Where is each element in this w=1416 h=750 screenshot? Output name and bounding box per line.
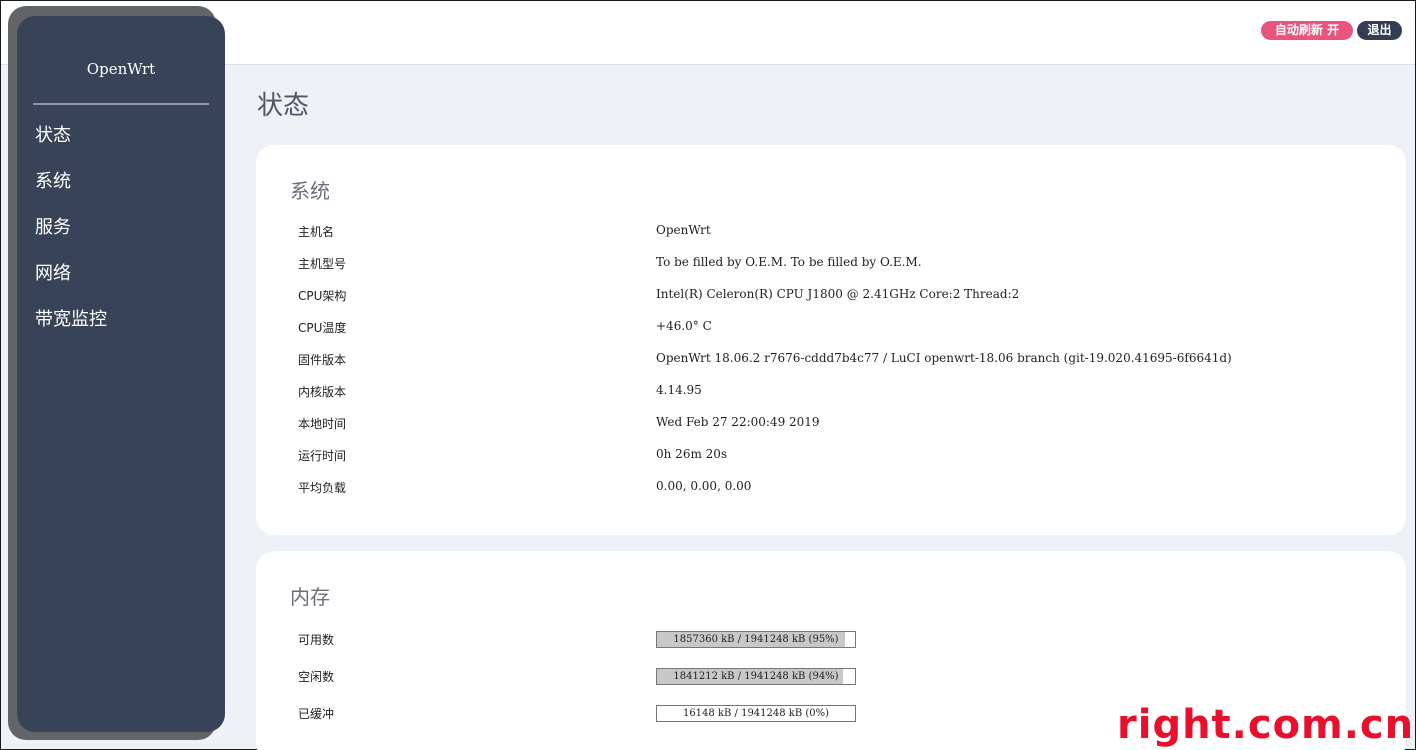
brand-logo-text[interactable]: OpenWrt [17,60,225,78]
memory-buffered-text: 16148 kB / 1941248 kB (0%) [682,708,830,719]
cpu-temp-value: +46.0° C [656,319,712,333]
auto-refresh-toggle[interactable]: 自动刷新 开 [1261,21,1353,40]
memory-available-text: 1857360 kB / 1941248 kB (95%) [673,634,839,645]
uptime-value: 0h 26m 20s [656,447,728,461]
brand-divider [33,103,209,105]
sidebar-item-services[interactable]: 服务 [35,213,71,239]
memory-buffered-label: 已缓冲 [298,707,335,721]
kernel-value: 4.14.95 [656,383,702,397]
hostname-label: 主机名 [298,225,335,239]
sidebar-item-network[interactable]: 网络 [35,259,71,285]
memory-free-bar: 1841212 kB / 1941248 kB (94%) [656,668,856,685]
cpu-temp-label: CPU温度 [298,321,347,335]
memory-free-label: 空闲数 [298,670,335,684]
cpu-arch-label: CPU架构 [298,289,347,303]
memory-available-bar: 1857360 kB / 1941248 kB (95%) [656,631,856,648]
memory-free-text: 1841212 kB / 1941248 kB (94%) [673,671,839,682]
sidebar-item-system[interactable]: 系统 [35,167,71,193]
sidebar: OpenWrt 状态 系统 服务 网络 带宽监控 [17,16,225,732]
hostname-value: OpenWrt [656,223,711,237]
local-time-value: Wed Feb 27 22:00:49 2019 [656,415,820,429]
system-card-title: 系统 [290,179,330,203]
uptime-label: 运行时间 [298,449,347,463]
memory-available-label: 可用数 [298,633,335,647]
page-title: 状态 [257,91,310,121]
load-average-value: 0.00, 0.00, 0.00 [656,479,752,493]
sidebar-item-bandwidth-monitor[interactable]: 带宽监控 [35,305,107,331]
kernel-label: 内核版本 [298,385,347,399]
watermark: right.com.cn [1117,702,1415,748]
local-time-label: 本地时间 [298,417,347,431]
system-card: 系统 主机名 OpenWrt 主机型号 To be filled by O.E.… [256,145,1406,535]
model-value: To be filled by O.E.M. To be filled by O… [656,255,922,269]
logout-button[interactable]: 退出 [1357,21,1402,40]
memory-buffered-bar: 16148 kB / 1941248 kB (0%) [656,705,856,722]
sidebar-item-status[interactable]: 状态 [35,121,71,147]
firmware-value: OpenWrt 18.06.2 r7676-cddd7b4c77 / LuCI … [656,351,1232,365]
cpu-arch-value: Intel(R) Celeron(R) CPU J1800 @ 2.41GHz … [656,287,1020,301]
load-average-label: 平均负载 [298,481,347,495]
model-label: 主机型号 [298,257,347,271]
firmware-label: 固件版本 [298,353,347,367]
memory-card-title: 内存 [290,585,330,609]
